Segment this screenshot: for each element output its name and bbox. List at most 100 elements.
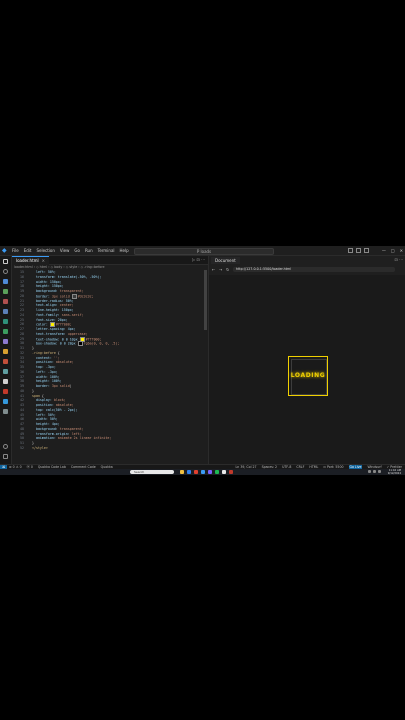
code-token: transform: translate(-50%, -50%); [35,274,102,279]
extensions-icon[interactable] [3,299,8,304]
code-token: left: 50%; [35,412,56,417]
source-control-icon[interactable] [3,279,8,284]
live-share-icon[interactable] [3,329,8,334]
vscode-logo-icon: ◆ [2,247,7,254]
code-token: position: [35,360,56,365]
clock[interactable]: 11:42 AM 9/12/2024 [388,469,401,475]
menu-help[interactable]: Help [120,246,129,255]
code-token: width: 150px; [35,279,62,284]
code-token: text-transform: [35,331,68,336]
code-token: transform-origin: [35,431,72,436]
code-token: content: [35,355,54,360]
database-icon[interactable] [3,369,8,374]
tab-loader-html[interactable]: loader.html × [12,256,50,265]
code-token: sans-serif; [61,312,84,317]
code-token: animate 2s linear infinite; [57,436,112,441]
spotify-app-icon[interactable] [215,470,219,474]
search-icon[interactable] [3,269,8,274]
minimize-button[interactable]: — [382,246,386,255]
code-token: transparent; [59,426,84,431]
remote-explorer-icon[interactable] [3,309,8,314]
code-line[interactable]: 52 </style> [12,446,206,451]
code-token: text-align: [35,303,60,308]
code-token: width: 100%; [35,374,60,379]
code-token: } [31,346,34,350]
editor-actions[interactable]: ▷ ⊡ ⋯ [192,257,205,262]
code-token: position: [35,403,56,407]
browser-tab[interactable]: Document [211,257,240,264]
chrome-app-icon[interactable] [194,470,198,474]
code-token: height: 4px; [35,422,60,426]
close-window-button[interactable]: ✕ [400,246,403,255]
menu-terminal[interactable]: Terminal [98,246,115,255]
menu-selection[interactable]: Selection [36,246,54,255]
code-token: uppercase; [67,331,88,336]
toggle-secondary-sidebar-icon[interactable] [364,248,369,253]
desktop-screen: ◆ File Edit Selection View Go Run Termin… [0,246,405,475]
code-token: border: [35,384,52,388]
file-explorer-app-icon[interactable] [180,470,184,474]
code-token: { [39,393,44,398]
code-token: </style> [31,445,48,450]
code-editor[interactable]: 15 left: 50%; 16 transform: translate(-50… [12,270,206,464]
testing-icon[interactable] [3,319,8,324]
timeline-icon[interactable] [3,349,8,354]
quokka-icon[interactable] [3,389,8,394]
menu-edit[interactable]: Edit [24,246,32,255]
account-icon[interactable] [3,444,8,449]
settings-gear-icon[interactable] [3,454,8,459]
code-token: left: -3px; [35,369,58,374]
url-input[interactable]: http://127.0.0.1:5500/loader.html [233,267,395,272]
windows-taskbar: Search 11:42 AM 9/12/2024 [0,469,405,475]
volume-icon[interactable] [373,470,376,473]
breadcrumb[interactable]: loader.html › ◇ html › ◇ body › ◇ style … [14,265,105,269]
reload-icon[interactable]: ↻ [226,266,229,273]
teams-app-icon[interactable] [208,470,212,474]
code-token: block; [53,398,66,403]
wifi-icon[interactable] [368,470,371,473]
edge-app-icon[interactable] [187,470,191,474]
browser-tab-actions[interactable]: ⊡ ⋯ [394,257,403,262]
loading-text: LOADING [290,372,326,379]
menu-run[interactable]: Run [85,246,93,255]
menu-view[interactable]: View [60,246,70,255]
taskbar-search[interactable]: Search [130,470,174,474]
back-icon[interactable]: ← [212,266,215,273]
windsurf-icon[interactable] [3,379,8,384]
system-tray [368,470,381,473]
battery-icon[interactable] [378,470,381,473]
code-token: ''; [53,355,60,360]
github-icon[interactable] [3,359,8,364]
bookmarks-icon[interactable] [3,409,8,414]
toggle-sidebar-icon[interactable] [348,248,353,253]
menu-bar: File Edit Selection View Go Run Terminal… [12,246,129,255]
code-token: height: 100%; [35,379,62,384]
code-token: background: [35,426,60,431]
activity-bar [0,256,12,464]
code-token: font-size: 20px; [35,317,68,322]
docker-icon[interactable] [3,339,8,344]
forward-icon[interactable]: → [219,266,222,273]
vscode-app-icon[interactable] [201,470,205,474]
notepad-app-icon[interactable] [222,470,226,474]
code-token: line-height: 150px; [35,308,74,312]
editor-tab-bar: loader.html × ▷ ⊡ ⋯ [12,256,208,265]
menu-go[interactable]: Go [74,246,80,255]
title-bar: ◆ File Edit Selection View Go Run Termin… [0,246,405,256]
window-controls: — □ ✕ [382,246,403,255]
code-token: animation: [35,436,58,441]
code-token: width: 50%; [35,417,58,422]
editor-scrollbar[interactable] [204,270,207,330]
explorer-icon[interactable] [3,259,8,264]
windows-start-icon[interactable] [122,470,126,474]
menu-file[interactable]: File [12,246,19,255]
copilot-icon[interactable] [3,399,8,404]
maximize-button[interactable]: □ [391,246,395,255]
code-token: { [55,350,60,355]
tab-close-icon[interactable]: × [42,258,45,263]
code-token: top: -3px; [35,365,56,369]
toggle-panel-icon[interactable] [356,248,361,253]
run-debug-icon[interactable] [3,289,8,294]
media-app-icon[interactable] [229,470,233,474]
command-center-search[interactable]: P loads [134,248,274,255]
